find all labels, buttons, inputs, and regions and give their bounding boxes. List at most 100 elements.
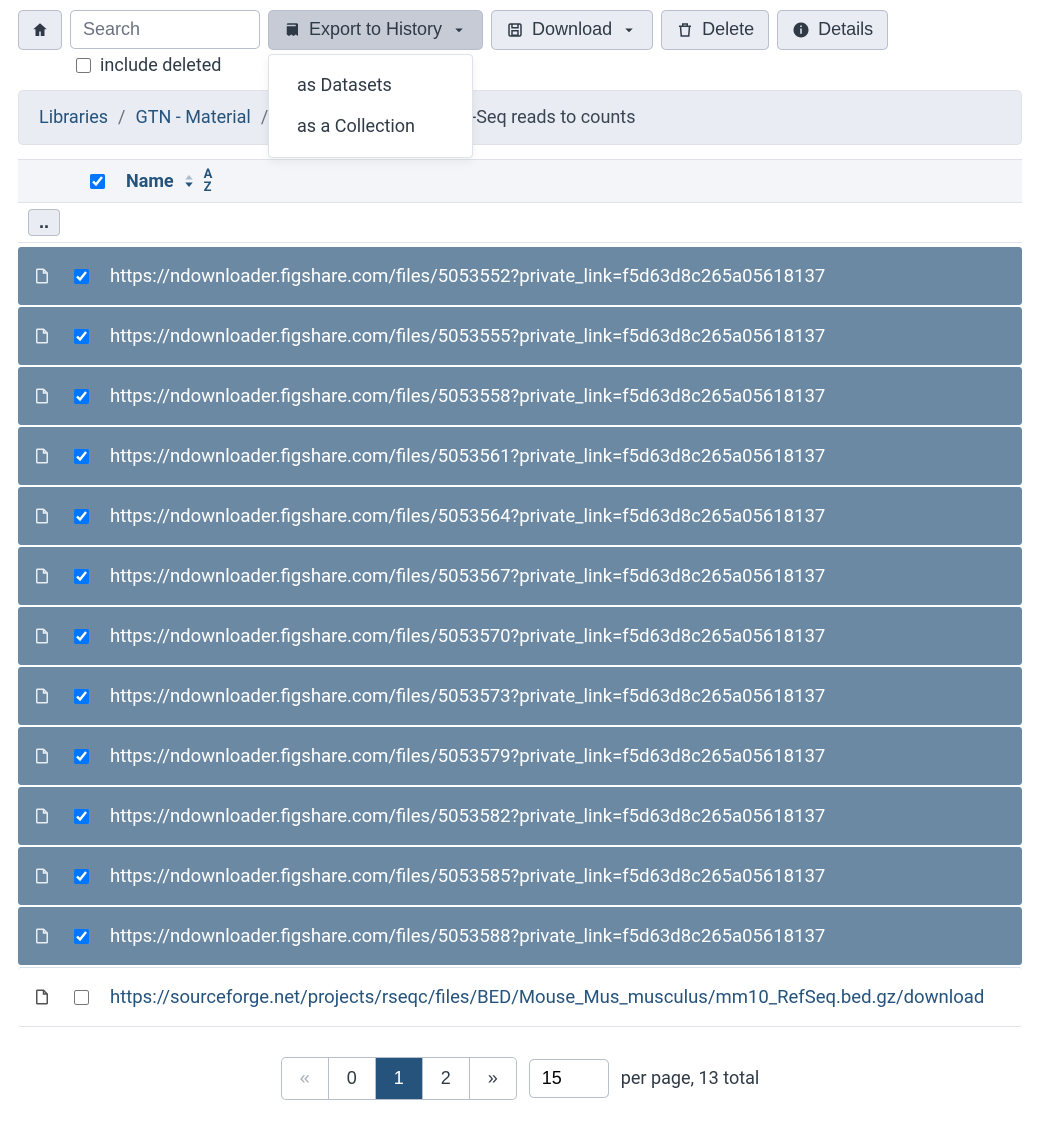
file-icon: [32, 627, 52, 645]
delete-button[interactable]: Delete: [661, 10, 769, 50]
sort-az-icon: AZ: [204, 168, 212, 194]
table-row[interactable]: https://ndownloader.figshare.com/files/5…: [18, 247, 1022, 305]
table-row[interactable]: https://sourceforge.net/projects/rseqc/f…: [18, 967, 1022, 1027]
row-checkbox[interactable]: [74, 389, 89, 404]
file-icon: [32, 988, 52, 1006]
include-deleted-text: include deleted: [100, 55, 221, 76]
table-row[interactable]: https://ndownloader.figshare.com/files/5…: [18, 607, 1022, 665]
file-icon: [32, 927, 52, 945]
pagination-summary: per page, 13 total: [621, 1068, 760, 1089]
table-row[interactable]: https://ndownloader.figshare.com/files/5…: [18, 307, 1022, 365]
toolbar: include deleted Export to History as Dat…: [18, 10, 1022, 76]
table-row[interactable]: https://ndownloader.figshare.com/files/5…: [18, 847, 1022, 905]
row-link[interactable]: https://sourceforge.net/projects/rseqc/f…: [110, 986, 1008, 1008]
row-checkbox[interactable]: [74, 569, 89, 584]
search-input[interactable]: [70, 10, 260, 49]
page-next-button[interactable]: »: [470, 1058, 516, 1099]
row-link[interactable]: https://ndownloader.figshare.com/files/5…: [110, 505, 1008, 527]
table-row[interactable]: https://ndownloader.figshare.com/files/5…: [18, 547, 1022, 605]
per-page-input[interactable]: [529, 1059, 609, 1098]
row-checkbox[interactable]: [74, 689, 89, 704]
breadcrumb: Libraries/GTN - Material/Transcriptomics…: [18, 90, 1022, 145]
row-checkbox[interactable]: [74, 929, 89, 944]
table-row[interactable]: https://ndownloader.figshare.com/files/5…: [18, 487, 1022, 545]
table-row[interactable]: https://ndownloader.figshare.com/files/5…: [18, 367, 1022, 425]
page-group: «012»: [281, 1057, 517, 1100]
include-deleted-label[interactable]: include deleted: [70, 55, 260, 76]
trash-icon: [676, 21, 694, 39]
export-as-datasets[interactable]: as Datasets: [269, 65, 472, 106]
name-column-header[interactable]: Name AZ: [126, 168, 211, 194]
row-checkbox[interactable]: [74, 749, 89, 764]
caret-down-icon: [450, 21, 468, 39]
download-button[interactable]: Download: [491, 10, 653, 50]
file-icon: [32, 387, 52, 405]
breadcrumb-separator: /: [118, 107, 125, 128]
row-link[interactable]: https://ndownloader.figshare.com/files/5…: [110, 925, 1008, 947]
row-link[interactable]: https://ndownloader.figshare.com/files/5…: [110, 745, 1008, 767]
row-link[interactable]: https://ndownloader.figshare.com/files/5…: [110, 685, 1008, 707]
export-dropdown-menu: as Datasets as a Collection: [268, 54, 473, 158]
table-row[interactable]: https://ndownloader.figshare.com/files/5…: [18, 727, 1022, 785]
page-number-button[interactable]: 0: [329, 1058, 376, 1099]
row-link[interactable]: https://ndownloader.figshare.com/files/5…: [110, 325, 1008, 347]
parent-folder-button[interactable]: ..: [28, 209, 60, 236]
row-checkbox[interactable]: [74, 869, 89, 884]
file-icon: [32, 267, 52, 285]
row-link[interactable]: https://ndownloader.figshare.com/files/5…: [110, 265, 1008, 287]
row-checkbox[interactable]: [74, 629, 89, 644]
details-button[interactable]: Details: [777, 10, 888, 50]
row-checkbox[interactable]: [74, 809, 89, 824]
row-checkbox[interactable]: [74, 509, 89, 524]
file-table: Name AZ .. https://ndownloader.figshare.…: [18, 159, 1022, 1029]
file-icon: [32, 687, 52, 705]
page-prev-button[interactable]: «: [282, 1058, 329, 1099]
sort-down-icon: [180, 172, 198, 190]
table-row[interactable]: https://ndownloader.figshare.com/files/5…: [18, 427, 1022, 485]
row-checkbox[interactable]: [74, 329, 89, 344]
include-deleted-checkbox[interactable]: [76, 58, 91, 73]
page-number-button[interactable]: 2: [423, 1058, 470, 1099]
export-dropdown-wrap: Export to History as Datasets as a Colle…: [268, 10, 483, 50]
home-icon: [31, 21, 49, 39]
breadcrumb-link[interactable]: GTN - Material: [135, 107, 250, 128]
download-label: Download: [532, 19, 612, 41]
row-link[interactable]: https://ndownloader.figshare.com/files/5…: [110, 445, 1008, 467]
row-checkbox[interactable]: [74, 990, 89, 1005]
file-icon: [32, 747, 52, 765]
info-icon: [792, 21, 810, 39]
table-row[interactable]: https://ndownloader.figshare.com/files/5…: [18, 907, 1022, 965]
row-link[interactable]: https://ndownloader.figshare.com/files/5…: [110, 565, 1008, 587]
row-link[interactable]: https://ndownloader.figshare.com/files/5…: [110, 625, 1008, 647]
search-wrap: include deleted: [70, 10, 260, 76]
file-icon: [32, 567, 52, 585]
table-row[interactable]: https://ndownloader.figshare.com/files/5…: [18, 667, 1022, 725]
table-header: Name AZ: [18, 159, 1022, 203]
table-row[interactable]: https://ndownloader.figshare.com/files/5…: [18, 787, 1022, 845]
home-button[interactable]: [18, 10, 62, 50]
save-icon: [506, 21, 524, 39]
breadcrumb-link[interactable]: Libraries: [39, 107, 108, 128]
row-checkbox[interactable]: [74, 269, 89, 284]
export-label: Export to History: [309, 19, 442, 41]
file-icon: [32, 447, 52, 465]
file-icon: [32, 507, 52, 525]
details-label: Details: [818, 19, 873, 41]
book-icon: [283, 21, 301, 39]
row-link[interactable]: https://ndownloader.figshare.com/files/5…: [110, 805, 1008, 827]
page-number-button[interactable]: 1: [376, 1058, 423, 1099]
file-icon: [32, 807, 52, 825]
row-link[interactable]: https://ndownloader.figshare.com/files/5…: [110, 385, 1008, 407]
delete-label: Delete: [702, 19, 754, 41]
name-header-label: Name: [126, 171, 174, 192]
export-to-history-button[interactable]: Export to History: [268, 10, 483, 50]
export-as-collection[interactable]: as a Collection: [269, 106, 472, 147]
file-icon: [32, 327, 52, 345]
file-icon: [32, 867, 52, 885]
row-checkbox[interactable]: [74, 449, 89, 464]
row-link[interactable]: https://ndownloader.figshare.com/files/5…: [110, 865, 1008, 887]
table-body: https://ndownloader.figshare.com/files/5…: [18, 247, 1022, 1029]
pagination: «012» per page, 13 total: [18, 1057, 1022, 1100]
select-all-checkbox[interactable]: [90, 174, 105, 189]
caret-down-icon: [620, 21, 638, 39]
